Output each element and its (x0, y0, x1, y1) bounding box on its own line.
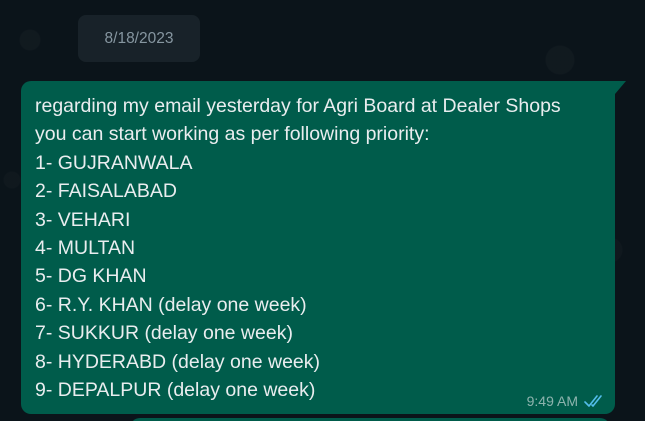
message-line: 8- HYDERABD (delay one week) (35, 350, 321, 373)
double-check-read-icon (584, 393, 606, 409)
message-line: 1- GUJRANWALA (35, 151, 193, 174)
message-bubble-tail (615, 81, 626, 94)
message-line: 9- DEPALPUR (delay one week) (35, 378, 316, 401)
message-text: regarding my email yesterday for Agri Bo… (35, 92, 601, 404)
message-line: 3- VEHARI (35, 208, 131, 231)
message-line: 5- DG KHAN (35, 265, 147, 288)
outgoing-message-bubble[interactable]: regarding my email yesterday for Agri Bo… (21, 81, 615, 414)
message-line: you can start working as per following p… (35, 123, 430, 146)
message-line: 7- SUKKUR (delay one week) (35, 322, 293, 345)
message-line: 4- MULTAN (35, 236, 136, 259)
message-line: regarding my email yesterday for Agri Bo… (35, 95, 561, 117)
message-line: 6- R.Y. KHAN (delay one week) (35, 293, 307, 316)
date-separator: 8/18/2023 (78, 15, 200, 62)
message-time: 9:49 AM (526, 393, 578, 409)
message-line: 2- FAISALABAD (35, 180, 177, 203)
message-meta: 9:49 AM (527, 393, 606, 409)
